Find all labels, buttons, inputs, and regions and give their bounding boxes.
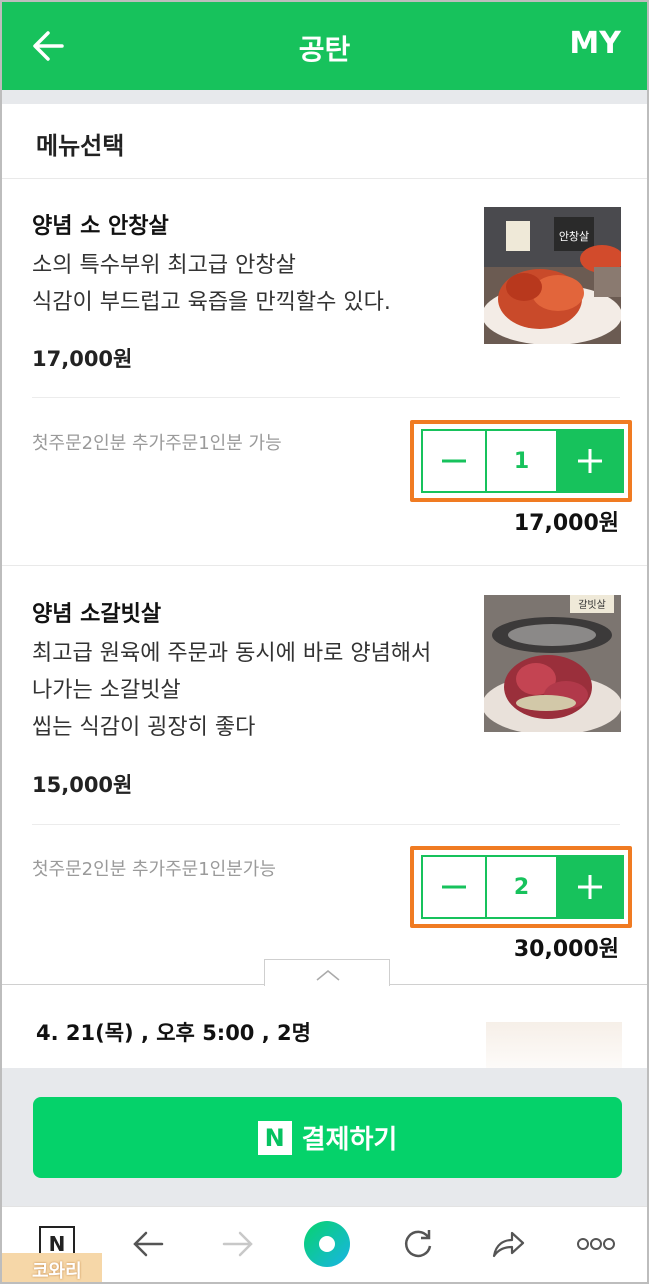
app-frame: 공탄 MY 메뉴선택 양념 소 안창살 소의 특수부위 최고급 안창살 식감이 … bbox=[0, 0, 649, 1284]
more-button[interactable] bbox=[572, 1220, 620, 1268]
plus-icon bbox=[578, 875, 602, 899]
divider bbox=[32, 397, 620, 398]
watermark: 코와리 bbox=[2, 1253, 102, 1282]
header-gap bbox=[2, 90, 647, 104]
section-title: 메뉴선택 bbox=[36, 132, 125, 160]
my-button[interactable]: MY bbox=[569, 26, 621, 61]
menu-item-desc: 최고급 원육에 주문과 동시에 바로 양념해서 나가는 소갈빗살 씹는 식감이 … bbox=[32, 635, 431, 746]
green-dot-button[interactable] bbox=[302, 1220, 352, 1268]
item-subtotal: 17,000원 bbox=[513, 511, 619, 536]
plus-icon bbox=[578, 449, 602, 473]
menu-item-price: 15,000원 bbox=[32, 773, 133, 797]
menu-item-price: 17,000원 bbox=[32, 347, 133, 371]
arrow-right-icon bbox=[222, 1231, 253, 1257]
menu-item-photo[interactable]: 안창살 bbox=[484, 207, 621, 344]
desc-line: 씹는 식감이 굉장히 좋다 bbox=[32, 715, 256, 740]
item-subtotal: 30,000원 bbox=[513, 937, 619, 962]
share-button[interactable] bbox=[484, 1220, 532, 1268]
grilled-meat-photo: 안창살 bbox=[484, 207, 621, 344]
quantity-stepper[interactable]: 1 bbox=[421, 429, 624, 493]
faded-photo bbox=[486, 1022, 622, 1068]
pay-button-label: 결제하기 bbox=[301, 1125, 398, 1155]
desc-line: 최고급 원육에 주문과 동시에 바로 양념해서 bbox=[32, 641, 432, 666]
minus-icon bbox=[442, 459, 466, 463]
refresh-icon bbox=[404, 1230, 432, 1258]
quantity-value: 1 bbox=[487, 431, 558, 491]
reservation-details: 4. 21(목) , 오후 5:00 , 2명 bbox=[36, 1021, 311, 1045]
desc-line: 소의 특수부위 최고급 안창살 bbox=[32, 253, 296, 278]
divider bbox=[32, 824, 620, 825]
naver-pay-badge-icon: N bbox=[257, 1120, 292, 1155]
arrow-left-icon bbox=[133, 1231, 164, 1257]
increase-button[interactable] bbox=[558, 431, 622, 491]
divider bbox=[2, 178, 647, 179]
divider bbox=[2, 565, 647, 566]
order-note: 첫주문2인분 추가주문1인분가능 bbox=[32, 859, 276, 880]
browser-back-button[interactable] bbox=[124, 1220, 172, 1268]
menu-item-desc: 소의 특수부위 최고급 안창살 식감이 부드럽고 육즙을 만끽할수 있다. bbox=[32, 247, 391, 321]
decrease-button[interactable] bbox=[423, 857, 487, 917]
grilled-meat-photo: 갈빗살 bbox=[484, 595, 621, 732]
menu-item-name: 양념 소갈빗살 bbox=[32, 602, 162, 627]
minus-icon bbox=[442, 885, 466, 889]
browser-forward-button[interactable] bbox=[214, 1220, 262, 1268]
page-title: 공탄 bbox=[298, 33, 351, 66]
increase-button[interactable] bbox=[558, 857, 622, 917]
sign-text: 갈빗살 bbox=[578, 598, 606, 611]
sign-text: 안창살 bbox=[559, 230, 589, 243]
quantity-stepper[interactable]: 2 bbox=[421, 855, 624, 919]
refresh-button[interactable] bbox=[394, 1220, 442, 1268]
pay-button[interactable]: N 결제하기 bbox=[33, 1097, 622, 1178]
more-dots-icon bbox=[577, 1238, 615, 1250]
expand-summary-handle[interactable] bbox=[264, 959, 390, 986]
share-arrow-icon bbox=[492, 1231, 525, 1258]
green-dot-icon bbox=[304, 1221, 350, 1267]
chevron-up-icon bbox=[316, 970, 340, 981]
desc-line: 식감이 부드럽고 육즙을 만끽할수 있다. bbox=[32, 290, 391, 315]
top-header: 공탄 MY bbox=[2, 2, 647, 90]
menu-item-photo[interactable]: 갈빗살 bbox=[484, 595, 621, 732]
order-note: 첫주문2인분 추가주문1인분 가능 bbox=[32, 433, 282, 454]
desc-line: 나가는 소갈빗살 bbox=[32, 678, 181, 703]
quantity-value: 2 bbox=[487, 857, 558, 917]
menu-item-name: 양념 소 안창살 bbox=[32, 214, 169, 239]
decrease-button[interactable] bbox=[423, 431, 487, 491]
